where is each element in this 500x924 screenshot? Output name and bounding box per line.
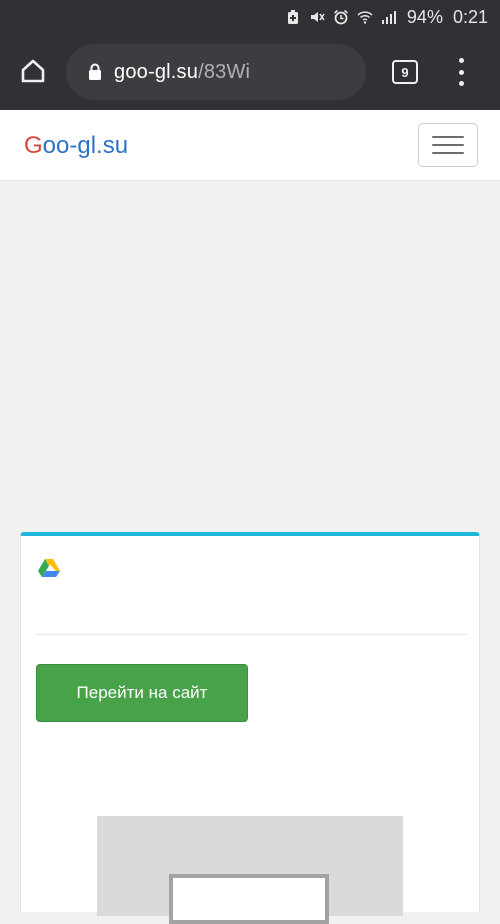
- brand-rest: oo-gl.su: [42, 132, 129, 159]
- home-icon: [21, 59, 45, 83]
- google-drive-icon: [38, 559, 60, 577]
- lock-icon: [89, 63, 101, 80]
- battery-saver-icon: [287, 10, 298, 24]
- site-navbar: Goo-gl.su: [0, 110, 500, 181]
- more-vert-icon[interactable]: [446, 56, 476, 88]
- mute-icon: [310, 12, 325, 22]
- alarm-icon: [333, 9, 348, 25]
- status-bar: 94% 0:21: [0, 0, 500, 34]
- hamburger-line: [432, 152, 464, 154]
- battery-percent: 94%: [406, 6, 443, 27]
- image-placeholder: [97, 816, 403, 924]
- site-logo[interactable]: Goo-gl.su: [24, 132, 128, 160]
- address-bar[interactable]: goo-gl.su/83Wi: [66, 44, 366, 100]
- hamburger-line: [432, 144, 464, 146]
- url-host: goo-gl.su: [114, 60, 199, 83]
- card-divider: [35, 634, 467, 635]
- url-text: goo-gl.su/83Wi: [114, 61, 250, 84]
- home-button[interactable]: [16, 54, 50, 88]
- hamburger-menu-button[interactable]: [418, 123, 478, 167]
- tabs-button[interactable]: 9: [392, 60, 418, 84]
- status-icons: [285, 9, 397, 25]
- browser-toolbar: goo-gl.su/83Wi 9: [0, 34, 500, 110]
- wifi-icon: [357, 11, 373, 24]
- hamburger-line: [432, 136, 464, 138]
- url-path: /83Wi: [198, 60, 251, 83]
- brand-first-letter: G: [24, 132, 43, 159]
- image-frame: [169, 874, 329, 924]
- clock: 0:21: [452, 6, 488, 27]
- go-to-site-button[interactable]: Перейти на сайт: [36, 664, 248, 722]
- tab-count: 9: [401, 64, 409, 80]
- signal-icon: [381, 11, 396, 24]
- link-card: Перейти на сайт: [20, 532, 480, 924]
